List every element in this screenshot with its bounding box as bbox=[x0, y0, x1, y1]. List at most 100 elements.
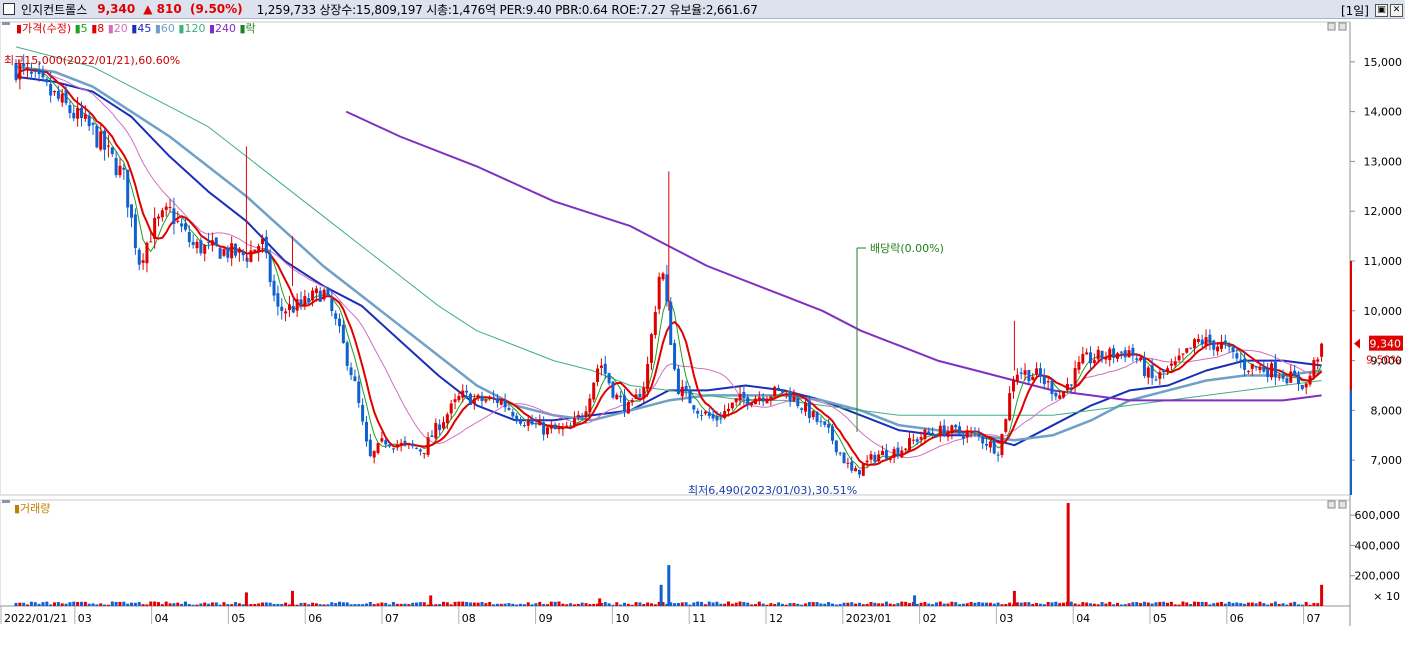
volume-bar bbox=[372, 604, 376, 606]
volume-bar bbox=[1089, 603, 1093, 606]
volume-bar bbox=[1262, 603, 1266, 606]
volume-bar bbox=[276, 603, 280, 606]
stock-chart[interactable]: 15,00014,00013,00012,00011,00010,0009,00… bbox=[0, 19, 1405, 648]
candle-body bbox=[1065, 383, 1069, 391]
high-annotation: 최고15,000(2022/01/21),60.60% bbox=[4, 54, 180, 67]
volume-bar bbox=[981, 602, 985, 606]
volume-spike-bar bbox=[1066, 503, 1070, 606]
candle-body bbox=[1077, 362, 1081, 370]
volume-bar bbox=[881, 603, 885, 606]
candle-body bbox=[1019, 372, 1023, 374]
candle-body bbox=[133, 214, 137, 248]
volume-bar bbox=[95, 604, 99, 606]
candle-body bbox=[572, 418, 576, 426]
volume-bar bbox=[207, 603, 211, 606]
candle-body bbox=[688, 389, 692, 404]
candle-body bbox=[1308, 375, 1312, 385]
panel-minimize-icon[interactable] bbox=[1327, 22, 1336, 31]
candle-body bbox=[461, 390, 465, 398]
volume-bar bbox=[700, 601, 704, 606]
candle-body bbox=[37, 69, 41, 75]
volume-bar bbox=[1285, 604, 1289, 606]
volume-bar bbox=[584, 603, 588, 606]
volume-bar bbox=[488, 601, 492, 606]
volume-bar bbox=[1293, 601, 1297, 606]
volume-bar bbox=[1208, 604, 1212, 606]
volume-bar bbox=[900, 601, 904, 606]
volume-bar bbox=[1000, 604, 1004, 606]
x-tick-label: 05 bbox=[231, 612, 245, 625]
candle-body bbox=[318, 290, 322, 302]
panel-close-icon[interactable] bbox=[1338, 22, 1347, 31]
candle-body bbox=[64, 90, 68, 104]
candle-body bbox=[908, 438, 912, 451]
volume-bar bbox=[1169, 601, 1173, 606]
candle-body bbox=[341, 324, 345, 343]
candle-body bbox=[842, 452, 846, 464]
candle-body bbox=[1150, 365, 1154, 379]
volume-bar bbox=[649, 603, 653, 606]
candle-body bbox=[1316, 359, 1320, 362]
volume-bar bbox=[1181, 601, 1185, 606]
candle-body bbox=[549, 426, 553, 429]
candle-body bbox=[218, 248, 222, 259]
period-selector[interactable]: [1일] bbox=[1341, 2, 1369, 19]
candle-body bbox=[499, 400, 503, 405]
candle-body bbox=[426, 437, 430, 455]
volume-bar bbox=[1062, 602, 1066, 606]
volume-bar bbox=[253, 603, 257, 606]
restore-icon[interactable]: ▣ bbox=[1375, 4, 1388, 17]
candle-body bbox=[931, 432, 935, 435]
candle-body bbox=[368, 439, 372, 457]
volume-bar bbox=[942, 603, 946, 606]
candle-body bbox=[507, 408, 511, 410]
select-checkbox[interactable] bbox=[3, 3, 15, 15]
candle-body bbox=[210, 240, 214, 246]
candle-body bbox=[214, 237, 218, 246]
candle-body bbox=[954, 424, 958, 428]
panel-minimize-icon[interactable] bbox=[1327, 500, 1336, 509]
candle-body bbox=[665, 274, 669, 302]
volume-bar bbox=[91, 603, 95, 606]
volume-bar bbox=[780, 603, 784, 606]
candle-body bbox=[1023, 370, 1027, 375]
volume-bar bbox=[992, 603, 996, 606]
candle-body bbox=[407, 443, 411, 445]
volume-bar bbox=[1015, 602, 1019, 606]
volume-bar bbox=[1185, 602, 1189, 606]
panel-close-icon[interactable] bbox=[1338, 500, 1347, 509]
candle-body bbox=[830, 426, 834, 441]
x-tick-label: 10 bbox=[615, 612, 629, 625]
volume-bar bbox=[453, 601, 457, 606]
candle-body bbox=[630, 400, 634, 403]
volume-bar bbox=[746, 602, 750, 606]
candle-body bbox=[1293, 370, 1297, 377]
volume-bar bbox=[842, 602, 846, 606]
candle-body bbox=[260, 238, 264, 245]
close-icon[interactable]: ✕ bbox=[1390, 4, 1403, 17]
y-tick-label: 8,000 bbox=[1371, 404, 1403, 417]
volume-bar bbox=[234, 602, 238, 606]
candle-body bbox=[569, 425, 573, 427]
candle-body bbox=[1135, 358, 1139, 360]
candle-body bbox=[1200, 339, 1204, 345]
volume-bar bbox=[237, 603, 241, 606]
volume-bar bbox=[753, 604, 757, 606]
legend-item-ma-8: ▮8 bbox=[91, 22, 108, 35]
volume-bar bbox=[1270, 603, 1274, 606]
volume-bar bbox=[1150, 603, 1154, 606]
candle-body bbox=[153, 217, 157, 239]
candle-body bbox=[1281, 375, 1285, 379]
x-tick-label: 09 bbox=[539, 612, 553, 625]
candle-body bbox=[149, 241, 153, 243]
volume-bar bbox=[592, 603, 596, 606]
candle-body bbox=[268, 253, 272, 283]
volume-bar bbox=[495, 603, 499, 606]
volume-bar bbox=[445, 602, 449, 606]
volume-bar bbox=[1219, 601, 1223, 606]
low-annotation: 최저6,490(2023/01/03),30.51% bbox=[688, 484, 857, 497]
candle-body bbox=[1266, 369, 1270, 377]
candle-body bbox=[353, 376, 357, 382]
legend-volume: ▮거래량 bbox=[14, 502, 50, 515]
volume-bar bbox=[380, 602, 384, 606]
